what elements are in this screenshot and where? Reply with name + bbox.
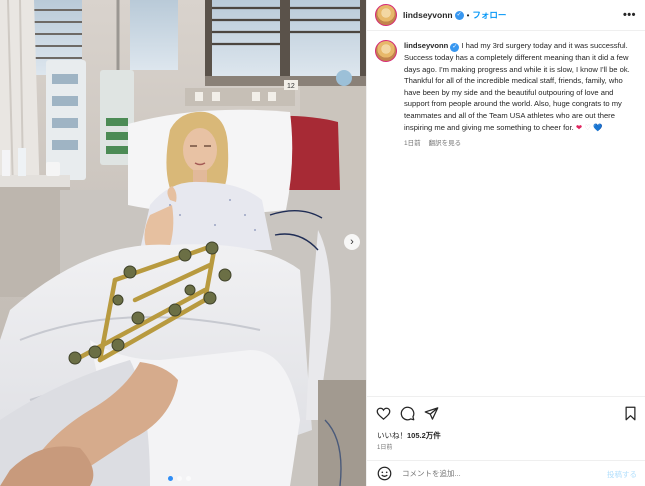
hospital-photo-illustration: 12 (0, 0, 366, 486)
avatar[interactable] (375, 4, 397, 26)
more-options-icon[interactable]: ••• (623, 9, 636, 21)
comment-bar: 投稿する (367, 460, 645, 486)
post-side-panel: lindseyvonn ✓ • フォロー ••• lindseyvonn ✓ I … (366, 0, 645, 486)
blue-heart-icon: 💙 (593, 122, 603, 132)
carousel-dot (168, 476, 173, 481)
author-username[interactable]: lindseyvonn (403, 10, 453, 20)
caption-username[interactable]: lindseyvonn (404, 41, 448, 50)
carousel-dot (186, 476, 191, 481)
like-count[interactable]: いいね！105.2万件 (377, 430, 441, 441)
caption-age: 1日前 (404, 140, 421, 148)
caption-block: lindseyvonn ✓ I had my 3rd surgery today … (375, 40, 639, 147)
action-bar: いいね！105.2万件 1日前 (367, 396, 645, 460)
post-comment-button[interactable]: 投稿する (607, 469, 637, 480)
follow-button[interactable]: フォロー (472, 9, 506, 21)
caption-body: I had my 3rd surgery today and it was su… (404, 41, 630, 132)
red-heart-icon: ❤ (575, 122, 583, 132)
caption-meta: 1日前 翻訳を見る (404, 137, 639, 147)
share-icon[interactable] (424, 406, 439, 421)
post-photo[interactable]: 12 › (0, 0, 366, 486)
white-heart-icon: ♡ (584, 122, 591, 132)
separator-dot: • (466, 10, 470, 20)
carousel-indicator (168, 476, 191, 481)
carousel-next-icon[interactable]: › (344, 234, 360, 250)
translate-link[interactable]: 翻訳を見る (429, 140, 462, 147)
caption-emojis: ❤ ♡ 💙 (576, 123, 603, 132)
post-header: lindseyvonn ✓ • フォロー ••• (367, 0, 645, 31)
heart-icon[interactable] (376, 406, 391, 421)
likes-prefix: いいね！ (377, 431, 407, 440)
caption-avatar[interactable] (375, 40, 397, 62)
caption-text: lindseyvonn ✓ I had my 3rd surgery today … (404, 40, 639, 133)
comment-input[interactable] (402, 469, 582, 478)
room-number: 12 (287, 83, 295, 90)
verified-icon: ✓ (454, 10, 464, 20)
carousel-dot (177, 476, 182, 481)
comment-icon[interactable] (400, 406, 415, 421)
verified-icon: ✓ (450, 43, 460, 52)
bookmark-icon[interactable] (623, 406, 638, 421)
emoji-icon[interactable] (377, 466, 392, 481)
post-date: 1日前 (377, 445, 393, 451)
likes-number: 105.2万件 (407, 431, 441, 440)
